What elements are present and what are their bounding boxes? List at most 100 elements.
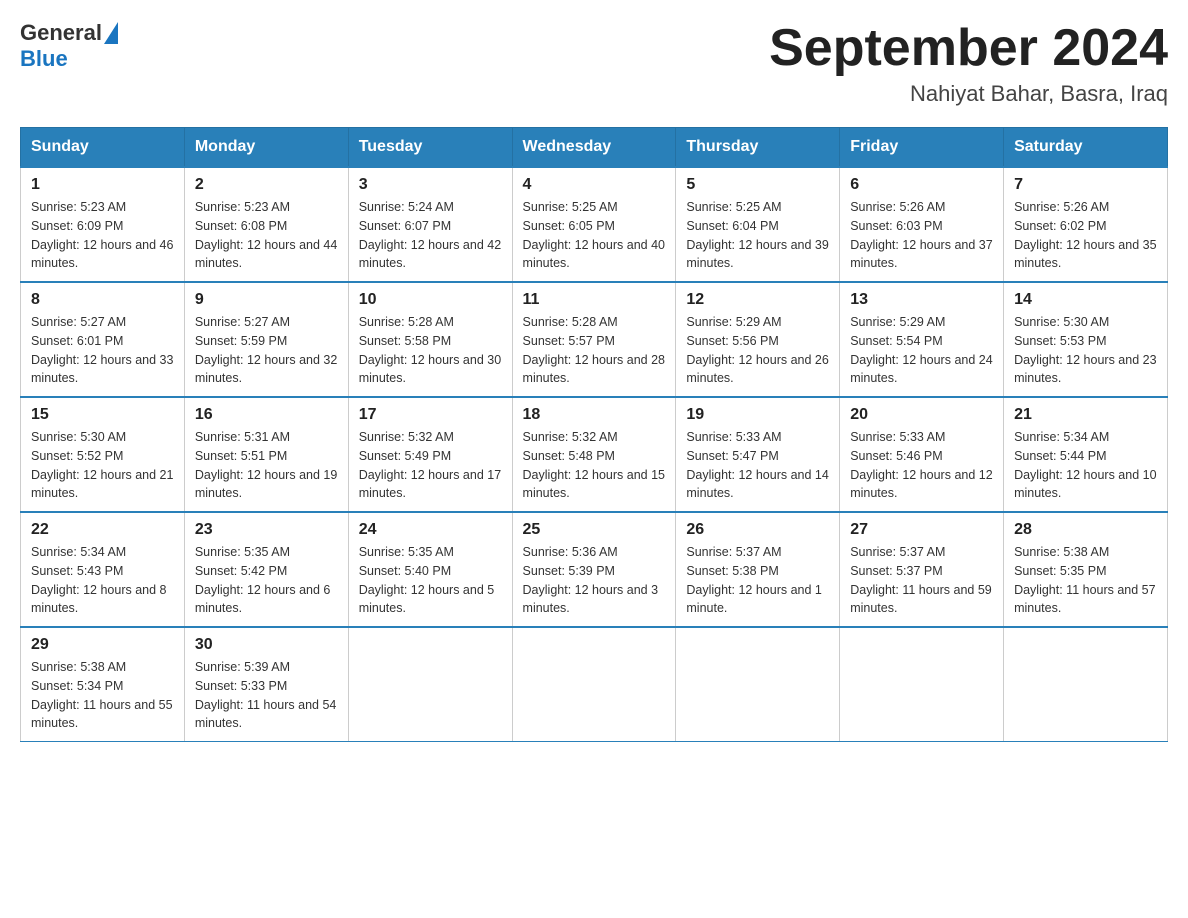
day-number: 7 bbox=[1014, 176, 1157, 194]
calendar-cell: 21Sunrise: 5:34 AMSunset: 5:44 PMDayligh… bbox=[1004, 397, 1168, 512]
day-info: Sunrise: 5:34 AMSunset: 5:43 PMDaylight:… bbox=[31, 543, 174, 618]
day-info: Sunrise: 5:29 AMSunset: 5:56 PMDaylight:… bbox=[686, 313, 829, 388]
day-info: Sunrise: 5:30 AMSunset: 5:53 PMDaylight:… bbox=[1014, 313, 1157, 388]
calendar-cell: 7 Sunrise: 5:26 AMSunset: 6:02 PMDaylight… bbox=[1004, 167, 1168, 282]
calendar-cell: 13 Sunrise: 5:29 AMSunset: 5:54 PMDayligh… bbox=[840, 282, 1004, 397]
logo-triangle-icon bbox=[104, 22, 118, 44]
day-number: 5 bbox=[686, 176, 829, 194]
calendar-cell: 1 Sunrise: 5:23 AMSunset: 6:09 PMDaylight… bbox=[21, 167, 185, 282]
day-number: 18 bbox=[523, 406, 666, 424]
day-info: Sunrise: 5:28 AMSunset: 5:58 PMDaylight:… bbox=[359, 313, 502, 388]
day-info: Sunrise: 5:36 AMSunset: 5:39 PMDaylight:… bbox=[523, 543, 666, 618]
day-info: Sunrise: 5:33 AMSunset: 5:46 PMDaylight:… bbox=[850, 428, 993, 503]
page-header: General Blue September 2024 Nahiyat Baha… bbox=[20, 20, 1168, 107]
day-info: Sunrise: 5:27 AMSunset: 5:59 PMDaylight:… bbox=[195, 313, 338, 388]
calendar-cell: 16 Sunrise: 5:31 AMSunset: 5:51 PMDayligh… bbox=[184, 397, 348, 512]
calendar-cell: 24 Sunrise: 5:35 AMSunset: 5:40 PMDayligh… bbox=[348, 512, 512, 627]
day-number: 24 bbox=[359, 521, 502, 539]
calendar-cell: 10 Sunrise: 5:28 AMSunset: 5:58 PMDayligh… bbox=[348, 282, 512, 397]
day-info: Sunrise: 5:29 AMSunset: 5:54 PMDaylight:… bbox=[850, 313, 993, 388]
day-number: 3 bbox=[359, 176, 502, 194]
calendar-cell: 15 Sunrise: 5:30 AMSunset: 5:52 PMDayligh… bbox=[21, 397, 185, 512]
logo-general-text: General bbox=[20, 20, 102, 46]
day-info: Sunrise: 5:23 AMSunset: 6:08 PMDaylight:… bbox=[195, 198, 338, 273]
day-number: 17 bbox=[359, 406, 502, 424]
calendar-cell: 14 Sunrise: 5:30 AMSunset: 5:53 PMDayligh… bbox=[1004, 282, 1168, 397]
day-info: Sunrise: 5:39 AMSunset: 5:33 PMDaylight:… bbox=[195, 658, 338, 733]
calendar-day-header: Sunday bbox=[21, 128, 185, 168]
calendar-cell bbox=[1004, 627, 1168, 742]
calendar-cell: 27Sunrise: 5:37 AMSunset: 5:37 PMDayligh… bbox=[840, 512, 1004, 627]
day-info: Sunrise: 5:33 AMSunset: 5:47 PMDaylight:… bbox=[686, 428, 829, 503]
day-info: Sunrise: 5:25 AMSunset: 6:05 PMDaylight:… bbox=[523, 198, 666, 273]
calendar-cell bbox=[348, 627, 512, 742]
calendar-cell: 11 Sunrise: 5:28 AMSunset: 5:57 PMDayligh… bbox=[512, 282, 676, 397]
day-number: 25 bbox=[523, 521, 666, 539]
calendar-table: SundayMondayTuesdayWednesdayThursdayFrid… bbox=[20, 127, 1168, 742]
logo-blue-text: Blue bbox=[20, 46, 118, 72]
day-number: 14 bbox=[1014, 291, 1157, 309]
calendar-cell bbox=[840, 627, 1004, 742]
day-number: 23 bbox=[195, 521, 338, 539]
calendar-day-header: Saturday bbox=[1004, 128, 1168, 168]
calendar-cell: 2Sunrise: 5:23 AMSunset: 6:08 PMDaylight… bbox=[184, 167, 348, 282]
day-number: 21 bbox=[1014, 406, 1157, 424]
day-info: Sunrise: 5:23 AMSunset: 6:09 PMDaylight:… bbox=[31, 198, 174, 273]
day-info: Sunrise: 5:26 AMSunset: 6:02 PMDaylight:… bbox=[1014, 198, 1157, 273]
day-number: 16 bbox=[195, 406, 338, 424]
day-number: 1 bbox=[31, 176, 174, 194]
calendar-cell: 26Sunrise: 5:37 AMSunset: 5:38 PMDayligh… bbox=[676, 512, 840, 627]
day-info: Sunrise: 5:32 AMSunset: 5:49 PMDaylight:… bbox=[359, 428, 502, 503]
calendar-cell: 25 Sunrise: 5:36 AMSunset: 5:39 PMDayligh… bbox=[512, 512, 676, 627]
calendar-cell bbox=[512, 627, 676, 742]
calendar-day-header: Wednesday bbox=[512, 128, 676, 168]
calendar-week-row: 22 Sunrise: 5:34 AMSunset: 5:43 PMDayligh… bbox=[21, 512, 1168, 627]
day-number: 13 bbox=[850, 291, 993, 309]
day-info: Sunrise: 5:26 AMSunset: 6:03 PMDaylight:… bbox=[850, 198, 993, 273]
day-info: Sunrise: 5:38 AMSunset: 5:35 PMDaylight:… bbox=[1014, 543, 1157, 618]
month-title: September 2024 bbox=[769, 20, 1168, 77]
day-number: 10 bbox=[359, 291, 502, 309]
day-info: Sunrise: 5:28 AMSunset: 5:57 PMDaylight:… bbox=[523, 313, 666, 388]
day-number: 8 bbox=[31, 291, 174, 309]
location-subtitle: Nahiyat Bahar, Basra, Iraq bbox=[769, 81, 1168, 107]
calendar-cell: 29 Sunrise: 5:38 AMSunset: 5:34 PMDayligh… bbox=[21, 627, 185, 742]
day-number: 20 bbox=[850, 406, 993, 424]
day-info: Sunrise: 5:24 AMSunset: 6:07 PMDaylight:… bbox=[359, 198, 502, 273]
calendar-cell: 30 Sunrise: 5:39 AMSunset: 5:33 PMDayligh… bbox=[184, 627, 348, 742]
day-number: 6 bbox=[850, 176, 993, 194]
day-number: 22 bbox=[31, 521, 174, 539]
day-number: 28 bbox=[1014, 521, 1157, 539]
calendar-week-row: 15 Sunrise: 5:30 AMSunset: 5:52 PMDayligh… bbox=[21, 397, 1168, 512]
calendar-week-row: 8Sunrise: 5:27 AMSunset: 6:01 PMDaylight… bbox=[21, 282, 1168, 397]
calendar-week-row: 29 Sunrise: 5:38 AMSunset: 5:34 PMDayligh… bbox=[21, 627, 1168, 742]
day-number: 15 bbox=[31, 406, 174, 424]
day-info: Sunrise: 5:31 AMSunset: 5:51 PMDaylight:… bbox=[195, 428, 338, 503]
calendar-day-header: Monday bbox=[184, 128, 348, 168]
day-number: 30 bbox=[195, 636, 338, 654]
calendar-cell: 12 Sunrise: 5:29 AMSunset: 5:56 PMDayligh… bbox=[676, 282, 840, 397]
calendar-cell: 8Sunrise: 5:27 AMSunset: 6:01 PMDaylight… bbox=[21, 282, 185, 397]
day-number: 11 bbox=[523, 291, 666, 309]
day-info: Sunrise: 5:30 AMSunset: 5:52 PMDaylight:… bbox=[31, 428, 174, 503]
day-number: 19 bbox=[686, 406, 829, 424]
day-number: 26 bbox=[686, 521, 829, 539]
day-info: Sunrise: 5:25 AMSunset: 6:04 PMDaylight:… bbox=[686, 198, 829, 273]
calendar-day-header: Friday bbox=[840, 128, 1004, 168]
calendar-day-header: Tuesday bbox=[348, 128, 512, 168]
calendar-week-row: 1 Sunrise: 5:23 AMSunset: 6:09 PMDaylight… bbox=[21, 167, 1168, 282]
day-number: 12 bbox=[686, 291, 829, 309]
day-info: Sunrise: 5:35 AMSunset: 5:40 PMDaylight:… bbox=[359, 543, 502, 618]
day-info: Sunrise: 5:35 AMSunset: 5:42 PMDaylight:… bbox=[195, 543, 338, 618]
calendar-cell: 19 Sunrise: 5:33 AMSunset: 5:47 PMDayligh… bbox=[676, 397, 840, 512]
calendar-cell: 4Sunrise: 5:25 AMSunset: 6:05 PMDaylight… bbox=[512, 167, 676, 282]
calendar-cell: 17 Sunrise: 5:32 AMSunset: 5:49 PMDayligh… bbox=[348, 397, 512, 512]
calendar-cell: 5 Sunrise: 5:25 AMSunset: 6:04 PMDaylight… bbox=[676, 167, 840, 282]
calendar-cell: 23 Sunrise: 5:35 AMSunset: 5:42 PMDayligh… bbox=[184, 512, 348, 627]
day-info: Sunrise: 5:38 AMSunset: 5:34 PMDaylight:… bbox=[31, 658, 174, 733]
calendar-cell: 22 Sunrise: 5:34 AMSunset: 5:43 PMDayligh… bbox=[21, 512, 185, 627]
day-number: 27 bbox=[850, 521, 993, 539]
title-area: September 2024 Nahiyat Bahar, Basra, Ira… bbox=[769, 20, 1168, 107]
calendar-cell: 28 Sunrise: 5:38 AMSunset: 5:35 PMDayligh… bbox=[1004, 512, 1168, 627]
day-number: 29 bbox=[31, 636, 174, 654]
